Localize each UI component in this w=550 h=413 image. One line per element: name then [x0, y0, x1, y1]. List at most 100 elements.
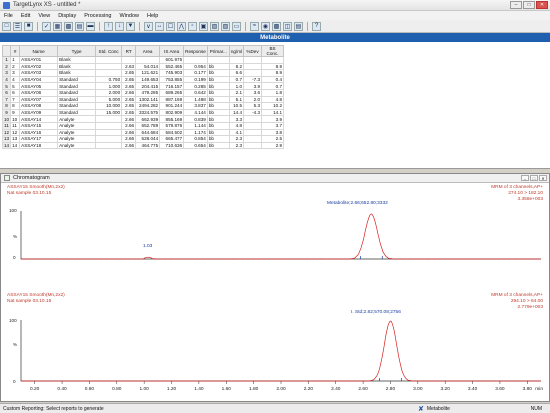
x-tick-label: 1.20	[167, 386, 177, 392]
column-header[interactable]: Name	[19, 45, 59, 57]
menu-display[interactable]: Display	[58, 13, 76, 19]
table-cell: ASSAY14	[19, 115, 59, 123]
table-cell: 1302.141	[135, 95, 161, 104]
table-row[interactable]: 12 12 ASSAY16 Analyte 2.66 644.684 584.502 1.17…	[1, 128, 285, 137]
filter-icon[interactable]: ▼	[126, 21, 135, 31]
globe-icon[interactable]: ◉	[261, 21, 270, 31]
table-row[interactable]: 3 3 ASSAY03 Blank 2.65 121.621 745.903 0.177 bb 6…	[1, 69, 285, 77]
table-cell: 3324.575	[135, 108, 161, 117]
close-button[interactable]: ✕	[536, 1, 548, 9]
x-tick-label: 2.40	[331, 386, 341, 392]
table-row[interactable]: 4 4 ASSAY04 Standard 0.750 2.65 149.653 753.855…	[1, 75, 285, 84]
table-cell: 2.000	[95, 88, 123, 97]
layout-icon[interactable]: ▤	[75, 21, 84, 31]
table-row[interactable]: 9 9 ASSAY09 Standard 15.000 2.65 3324.575 802.9…	[1, 108, 285, 117]
table-row[interactable]: 7 7 ASSAY07 Standard 5.000 2.65 1302.141 887.16…	[1, 95, 285, 104]
table-row[interactable]: 11 11 ASSAY15 Analyte 2.66 652.789 579.876 1.14…	[1, 121, 285, 130]
rows-icon[interactable]: ▤	[294, 21, 303, 31]
chart-icon[interactable]: ▫	[188, 21, 197, 31]
columns-icon[interactable]: ◫	[283, 21, 292, 31]
column-header[interactable]: Primar...	[206, 45, 230, 57]
table-row[interactable]: 1 1 ASSAY01 Blank 601.975	[1, 56, 285, 64]
table-cell: 601.975	[159, 56, 185, 64]
chart5-icon[interactable]: ▭	[232, 21, 241, 31]
report-icon[interactable]: ▬	[86, 21, 95, 31]
table-cell: 2.66	[121, 88, 137, 97]
chrom-maximize-button[interactable]: □	[530, 175, 538, 181]
table-cell	[243, 135, 263, 143]
chart2-icon[interactable]: ▣	[199, 21, 208, 31]
table-cell: Analyte	[57, 135, 97, 143]
spectrum-icon[interactable]: ≈	[250, 21, 259, 31]
table-cell: 2.0	[243, 95, 263, 104]
menu-file[interactable]: File	[4, 13, 13, 19]
table-cell: 14	[1, 141, 12, 150]
up-arrow-icon[interactable]: ↑	[104, 21, 113, 31]
column-header[interactable]: RT	[121, 45, 137, 57]
menu-window[interactable]: Window	[119, 13, 139, 19]
table-icon[interactable]: ▩	[64, 21, 73, 31]
chrom-minimize-button[interactable]: –	[521, 175, 529, 181]
table-row[interactable]: 6 6 ASSAY06 Standard 2.000 2.66 479.285 689.265…	[1, 88, 285, 97]
column-header[interactable]: #	[10, 45, 21, 57]
menu-help[interactable]: Help	[147, 13, 158, 19]
window-title: TargetLynx XS - untitled *	[13, 2, 81, 8]
minimize-button[interactable]: –	[510, 1, 522, 9]
x-tick-label: 3.40	[468, 386, 478, 392]
table-row[interactable]: 10 10 ASSAY14 Analyte 2.66 662.939 855.169 0.83…	[1, 115, 285, 123]
table-cell	[243, 121, 263, 130]
expand-icon[interactable]: ↔	[155, 21, 164, 31]
window-icon[interactable]: ▩	[272, 21, 281, 31]
table-cell: bb	[206, 75, 230, 84]
grid-icon[interactable]: ▦	[53, 21, 62, 31]
column-header[interactable]: BS Conc.	[261, 45, 285, 57]
table-cell: ASSAY16	[19, 128, 59, 137]
peak-icon[interactable]: ⋀	[177, 21, 186, 31]
help-icon[interactable]: ?	[312, 21, 321, 31]
column-header[interactable]: Std. Conc	[95, 45, 123, 57]
column-header[interactable]: %Dev	[243, 45, 263, 57]
table-cell: 204.415	[135, 82, 161, 90]
table-cell: 2.66	[121, 141, 137, 150]
table-cell: 584.502	[159, 128, 185, 137]
chevron-down-icon[interactable]: ∨	[144, 21, 153, 31]
menu-processing[interactable]: Processing	[84, 13, 111, 19]
column-header[interactable]: Response	[183, 45, 208, 57]
table-cell: ASSAY08	[19, 102, 59, 110]
column-header[interactable]: Area	[135, 45, 161, 57]
table-row[interactable]: 5 5 ASSAY05 Standard 1.000 2.65 204.415 716.157…	[1, 82, 285, 90]
table-cell: 3.6	[243, 88, 263, 97]
menu-edit[interactable]: Edit	[21, 13, 30, 19]
open-icon[interactable]: ☰	[13, 21, 22, 31]
menu-view[interactable]: View	[38, 13, 50, 19]
chart3-icon[interactable]: ▨	[210, 21, 219, 31]
x-tick-label: 0.60	[85, 386, 95, 392]
table-cell: 5.000	[95, 95, 123, 104]
table-row[interactable]: 8 8 ASSAY08 Standard 10.000 2.65 2494.282 901.2…	[1, 102, 285, 110]
chrom-close-button[interactable]: ✕	[539, 175, 547, 181]
table-body: 1 1 ASSAY01 Blank 601.975 2 2 ASSAY02 Blank 2.63 5…	[1, 56, 285, 150]
zoom-icon[interactable]: ☐	[166, 21, 175, 31]
table-cell: 6.6	[228, 69, 245, 77]
table-cell: 2.3	[228, 141, 245, 150]
save-icon[interactable]: ■	[24, 21, 33, 31]
check-icon[interactable]: ✓	[42, 21, 51, 31]
table-cell: 1.144	[183, 121, 208, 130]
table-cell	[95, 128, 123, 137]
chart4-icon[interactable]: ▧	[221, 21, 230, 31]
down-arrow-icon[interactable]: ↓	[115, 21, 124, 31]
maximize-button[interactable]: □	[523, 1, 535, 9]
title-bar: TargetLynx XS - untitled * – □ ✕	[0, 0, 550, 11]
new-icon[interactable]: □	[2, 21, 11, 31]
table-row[interactable]: 14 14 ASSAY18 Analyte 2.66 464.775 710.636 0.65…	[1, 141, 285, 150]
table-row[interactable]: 13 13 ASSAY17 Analyte 2.66 528.044 665.477 0.85…	[1, 135, 285, 143]
toolbar-separator	[307, 21, 308, 31]
column-header[interactable]: ng/ml	[228, 45, 245, 57]
table-cell: 0.285	[183, 82, 208, 90]
chromatogram-plot[interactable]: 0.20 0.40 0.60 0.80 1.00 1.20 1.40 1.60 1.80 2.00…	[1, 183, 549, 402]
table-row[interactable]: 2 2 ASSAY02 Blank 2.63 54.014 552.465 0.954 bb 8.…	[1, 62, 285, 71]
column-header[interactable]: IS Area	[159, 45, 185, 57]
column-header[interactable]	[1, 45, 12, 57]
column-header[interactable]: Type	[57, 45, 97, 57]
x-tick-label: 3.00	[413, 386, 423, 392]
